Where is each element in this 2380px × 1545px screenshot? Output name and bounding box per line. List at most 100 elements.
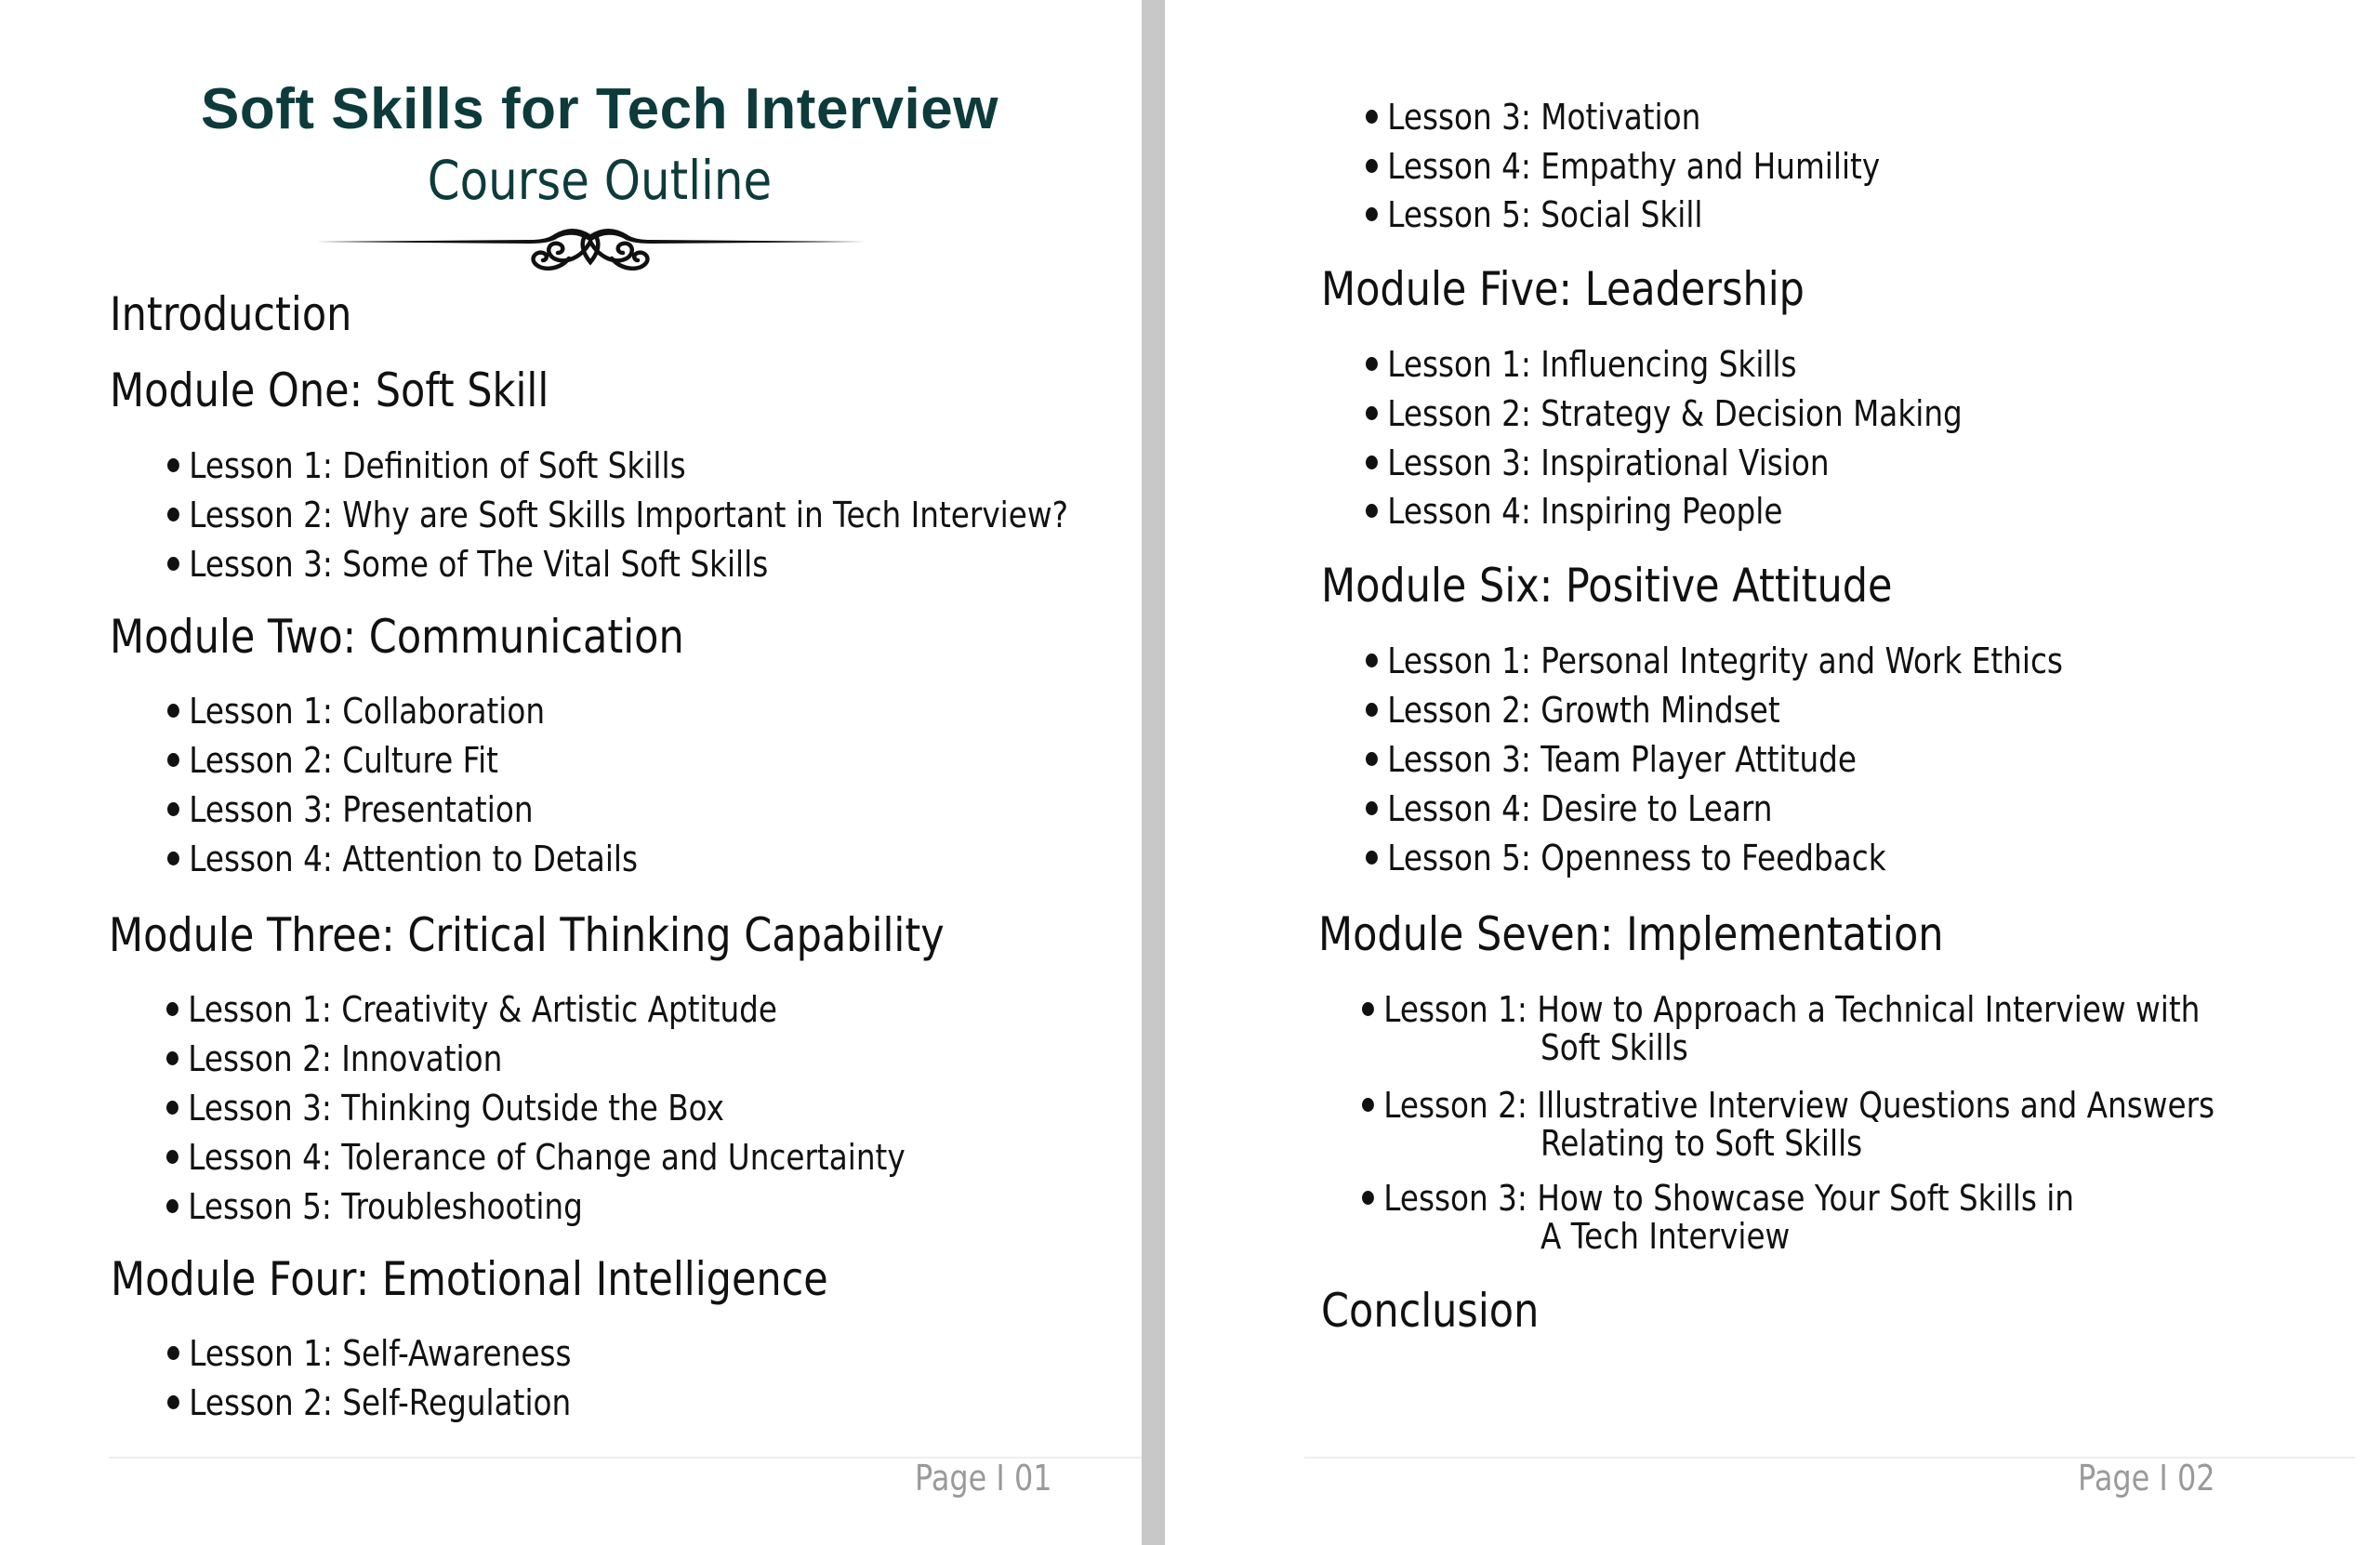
lesson-label: Lesson 5: Social Skill [1387, 194, 1703, 235]
document-title: Soft Skills for Tech Interview [201, 77, 998, 141]
bullet-icon [166, 1051, 178, 1065]
section-heading-conclusion: Conclusion [1321, 1284, 1540, 1338]
lesson-item: Lesson 1: Personal Integrity and Work Et… [1366, 641, 2063, 680]
module-heading: Module Two: Communication [110, 610, 684, 664]
lesson-item: Lesson 3: Presentation [167, 790, 534, 829]
bullet-icon [166, 1150, 178, 1164]
lesson-label: Lesson 2: Growth Mindset [1387, 690, 1780, 731]
page-number: Page I 01 [915, 1458, 1052, 1499]
lesson-label: Lesson 3: Motivation [1387, 97, 1701, 138]
lesson-label: Lesson 2: Innovation [188, 1038, 503, 1079]
lesson-prefix: Lesson 3: [1383, 1178, 1527, 1219]
lesson-label: Lesson 1: Personal Integrity and Work Et… [1387, 640, 2063, 681]
lesson-label: Lesson 1: Influencing Skills [1387, 344, 1797, 385]
lesson-item: Lesson 5: Troubleshooting [166, 1187, 583, 1226]
lesson-label: Lesson 3: Some of The Vital Soft Skills [189, 544, 769, 585]
lesson-item: Lesson 2: Self-Regulation [167, 1383, 571, 1422]
lesson-item: Lesson 5: Social Skill [1366, 195, 1702, 234]
lesson-label: Lesson 1: Collaboration [189, 691, 546, 732]
bullet-icon [167, 704, 179, 718]
lesson-item: Lesson 3: Some of The Vital Soft Skills [167, 545, 768, 584]
lesson-item: Lesson 3: Motivation [1366, 98, 1700, 137]
bullet-icon [167, 557, 179, 571]
lesson-label: Lesson 4: Empathy and Humility [1387, 146, 1881, 187]
bullet-icon [1366, 159, 1378, 173]
module-heading: Module Six: Positive Attitude [1321, 559, 1893, 613]
bullet-icon [1366, 654, 1378, 667]
lesson-label: Lesson 2: Why are Soft Skills Important … [189, 495, 1068, 535]
lesson-item: Lesson 4: Desire to Learn [1366, 789, 1772, 828]
module-heading: Module Five: Leadership [1321, 262, 1805, 316]
lesson-continuation: A Tech Interview [1540, 1216, 1791, 1257]
lesson-continuation: Relating to Soft Skills [1540, 1123, 1863, 1164]
lesson-item: Lesson 3: Team Player Attitude [1366, 740, 1857, 779]
page-gutter [1142, 0, 1165, 1545]
lesson-prefix: Lesson 1: [1383, 989, 1527, 1030]
lesson-label: Lesson 3: Presentation [189, 789, 534, 830]
lesson-item: Lesson 1: How to Approach a Technical In… [1362, 990, 2200, 1029]
lesson-label: Lesson 4: Inspiring People [1387, 491, 1783, 532]
bullet-icon [167, 753, 179, 767]
flourish-divider-icon [316, 229, 865, 271]
lesson-item: Lesson 5: Openness to Feedback [1366, 839, 1886, 878]
lesson-item: Lesson 1: Collaboration [167, 692, 545, 731]
bullet-icon [167, 852, 179, 865]
bullet-icon [166, 1101, 178, 1115]
lesson-label: Lesson 2: Strategy & Decision Making [1387, 393, 1963, 434]
bullet-icon [1366, 703, 1378, 717]
lesson-item: Lesson 4: Tolerance of Change and Uncert… [166, 1138, 906, 1177]
lesson-label: Lesson 1: Creativity & Artistic Aptitude [188, 989, 778, 1030]
bullet-icon [1366, 357, 1378, 371]
bullet-icon [167, 1395, 179, 1409]
lesson-prefix: Lesson 2: [1383, 1085, 1527, 1126]
bullet-icon [1366, 406, 1378, 420]
page-2: Lesson 3: Motivation Lesson 4: Empathy a… [1165, 0, 2380, 1545]
bullet-icon [166, 1199, 178, 1213]
document-subtitle: Course Outline [427, 149, 773, 212]
lesson-label: Lesson 3: Inspirational Vision [1387, 442, 1830, 483]
lesson-label: How to Showcase Your Soft Skills in [1537, 1178, 2075, 1219]
bullet-icon [1366, 110, 1378, 124]
module-heading: Module One: Soft Skill [110, 363, 549, 417]
lesson-item: Lesson 4: Attention to Details [167, 839, 638, 878]
lesson-item: Lesson 3: How to Showcase Your Soft Skil… [1362, 1179, 2074, 1218]
bullet-icon [167, 802, 179, 816]
lesson-label: Lesson 2: Self-Regulation [189, 1382, 572, 1423]
lesson-label: Lesson 2: Culture Fit [189, 740, 498, 781]
bullet-icon [167, 458, 179, 472]
lesson-label: Lesson 5: Openness to Feedback [1387, 838, 1886, 878]
module-heading: Module Seven: Implementation [1318, 907, 1944, 961]
bullet-icon [1366, 456, 1378, 469]
lesson-label: Lesson 1: Definition of Soft Skills [189, 445, 686, 486]
bullet-icon [167, 1346, 179, 1360]
lesson-label: Lesson 3: Thinking Outside the Box [188, 1088, 724, 1129]
bullet-icon [1366, 801, 1378, 815]
lesson-item: Lesson 4: Empathy and Humility [1366, 147, 1880, 186]
lesson-label: Lesson 3: Team Player Attitude [1387, 739, 1858, 780]
bullet-icon [1362, 1191, 1374, 1205]
lesson-item: Lesson 1: Influencing Skills [1366, 345, 1797, 384]
lesson-label: How to Approach a Technical Interview wi… [1537, 989, 2201, 1030]
bullet-icon [1362, 1002, 1374, 1016]
lesson-item: Lesson 4: Inspiring People [1366, 492, 1782, 531]
lesson-continuation: Soft Skills [1540, 1027, 1688, 1068]
lesson-item: Lesson 1: Creativity & Artistic Aptitude [166, 990, 777, 1029]
bullet-icon [1366, 851, 1378, 865]
module-heading: Module Three: Critical Thinking Capabili… [109, 908, 945, 962]
lesson-label: Lesson 1: Self-Awareness [189, 1333, 572, 1374]
lesson-label: Lesson 5: Troubleshooting [188, 1186, 583, 1227]
page-number: Page I 02 [2078, 1458, 2215, 1499]
bullet-icon [1366, 207, 1378, 221]
lesson-label: Illustrative Interview Questions and Ans… [1537, 1085, 2215, 1126]
bullet-icon [1362, 1098, 1374, 1112]
bullet-icon [1366, 752, 1378, 766]
lesson-item: Lesson 1: Definition of Soft Skills [167, 446, 686, 485]
lesson-item: Lesson 1: Self-Awareness [167, 1334, 572, 1373]
bullet-icon [166, 1002, 178, 1016]
lesson-label: Lesson 4: Attention to Details [189, 839, 639, 879]
bullet-icon [167, 508, 179, 522]
lesson-item: Lesson 3: Inspirational Vision [1366, 443, 1830, 482]
lesson-label: Lesson 4: Tolerance of Change and Uncert… [188, 1137, 906, 1178]
lesson-label: Lesson 4: Desire to Learn [1387, 788, 1773, 829]
lesson-item: Lesson 2: Growth Mindset [1366, 691, 1780, 730]
